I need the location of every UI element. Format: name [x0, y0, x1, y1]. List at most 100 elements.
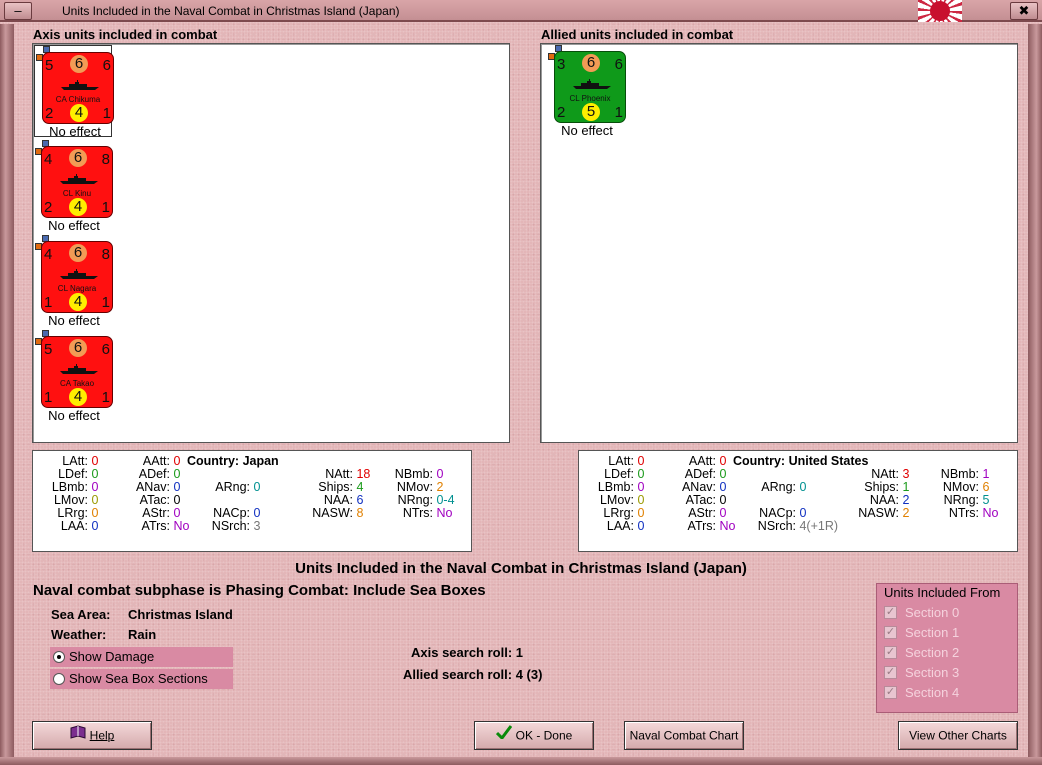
help-button[interactable]: Help: [32, 721, 152, 750]
section-label: Section 3: [905, 665, 960, 680]
counter-value: 6: [70, 55, 88, 73]
stat-nasw: NASW: 8: [312, 506, 364, 520]
show-damage-radio[interactable]: Show Damage: [50, 647, 233, 667]
counter-value: 4: [44, 246, 53, 263]
counter-value: 5: [44, 341, 53, 358]
japan-flag-icon: [918, 0, 962, 22]
sections-panel: Units Included From ✓ Section 0 ✓ Section …: [876, 583, 1018, 713]
stat-atrs: ATrs: No: [687, 519, 736, 533]
counter-value: 1: [614, 104, 623, 121]
unit-counter-slot[interactable]: 4 6 8 CL Kinu 2 4 1 No effect: [34, 140, 113, 233]
show-damage-label: Show Damage: [69, 649, 155, 664]
unit-name: CA Takao: [59, 379, 95, 388]
subphase-text: Naval combat subphase is Phasing Combat:…: [33, 582, 486, 599]
unit-effect: No effect: [49, 124, 101, 139]
axis-units-list[interactable]: 5 6 6 CA Chikuma 2 4 1 No effect 4 6 8 CL Kinu 2 4 1 No…: [32, 43, 510, 443]
minimize-button[interactable]: –: [4, 2, 32, 20]
help-book-icon: [70, 722, 86, 749]
axis-search-roll: Axis search roll: 1: [411, 645, 523, 660]
counter-value: 1: [44, 294, 53, 311]
checkmark-icon: [495, 722, 512, 749]
unit-name: CA Chikuma: [55, 95, 101, 104]
stat-atrs: ATrs: No: [141, 519, 190, 533]
unit-effect: No effect: [48, 408, 100, 423]
stat-ntrs: NTrs: No: [948, 506, 999, 520]
stat-country: Country: Japan: [187, 454, 279, 468]
radio-unselected-icon: [53, 673, 65, 685]
unit-counter[interactable]: 4 6 8 CL Nagara 1 4 1: [41, 241, 113, 313]
close-button[interactable]: ✖: [1010, 2, 1038, 20]
ship-silhouette-icon: [60, 174, 98, 184]
stat-arng: ARng: 0: [215, 480, 261, 494]
axis-units-heading: Axis units included in combat: [33, 27, 218, 42]
allied-search-roll: Allied search roll: 4 (3): [403, 667, 543, 682]
ship-silhouette-icon: [573, 79, 611, 89]
counter-value: 8: [101, 246, 110, 263]
naval-combat-chart-button[interactable]: Naval Combat Chart: [624, 721, 744, 750]
check-icon: ✓: [884, 626, 897, 639]
counter-value: 8: [101, 151, 110, 168]
counter-value: 5: [582, 103, 600, 121]
counter-value: 3: [557, 56, 566, 73]
counter-value: 1: [44, 389, 53, 406]
unit-counter-slot[interactable]: 5 6 6 CA Takao 1 4 1 No effect: [34, 330, 113, 423]
radio-selected-icon: [53, 651, 65, 663]
unit-counter[interactable]: 4 6 8 CL Kinu 2 4 1: [41, 146, 113, 218]
ship-silhouette-icon: [61, 80, 99, 90]
stat-nsrch: NSrch: 3: [211, 519, 261, 533]
axis-stats-panel: LAtt: 0 LDef: 0 LBmb: 0 LMov: 0 LRrg: 0 LAA: …: [32, 450, 472, 552]
counter-value: 4: [69, 198, 87, 216]
counter-value: 2: [557, 104, 566, 121]
view-other-charts-button[interactable]: View Other Charts: [898, 721, 1018, 750]
counter-value: 4: [44, 151, 53, 168]
unit-name: CL Phoenix: [569, 94, 611, 103]
section-label: Section 0: [905, 605, 960, 620]
unit-effect: No effect: [561, 123, 613, 138]
ship-silhouette-icon: [60, 364, 98, 374]
window-frame-right: [1028, 24, 1042, 765]
check-icon: ✓: [884, 666, 897, 679]
allied-units-heading: Allied units included in combat: [541, 27, 734, 42]
counter-value: 1: [101, 199, 110, 216]
section-label: Section 1: [905, 625, 960, 640]
counter-value: 6: [582, 54, 600, 72]
stat-laa: LAA: 0: [60, 519, 99, 533]
window-frame-left: [0, 24, 14, 765]
counter-value: 6: [102, 57, 111, 74]
stat-nsrch: NSrch: 4(+1R): [757, 519, 839, 533]
stat-country: Country: United States: [733, 454, 869, 468]
check-icon: ✓: [884, 686, 897, 699]
unit-counter[interactable]: 5 6 6 CA Takao 1 4 1: [41, 336, 113, 408]
unit-counter[interactable]: 3 6 6 CL Phoenix 2 5 1: [554, 51, 626, 123]
counter-value: 1: [102, 105, 111, 122]
counter-value: 1: [101, 389, 110, 406]
ok-done-button[interactable]: OK - Done: [474, 721, 594, 750]
counter-value: 6: [101, 341, 110, 358]
counter-value: 6: [69, 244, 87, 262]
counter-value: 1: [101, 294, 110, 311]
show-sections-radio[interactable]: Show Sea Box Sections: [50, 669, 233, 689]
stat-laa: LAA: 0: [606, 519, 645, 533]
stat-ntrs: NTrs: No: [402, 506, 453, 520]
counter-value: 4: [69, 388, 87, 406]
ok-done-label: OK - Done: [515, 728, 573, 743]
window-title: Units Included in the Naval Combat in Ch…: [62, 4, 400, 18]
unit-counter[interactable]: 5 6 6 CA Chikuma 2 4 1: [42, 52, 114, 124]
unit-counter-slot[interactable]: 3 6 6 CL Phoenix 2 5 1 No effect: [547, 45, 626, 138]
counter-value: 4: [69, 293, 87, 311]
check-icon: ✓: [884, 606, 897, 619]
sections-title: Units Included From: [884, 585, 1001, 600]
stat-arng: ARng: 0: [761, 480, 807, 494]
counter-value: 2: [45, 105, 54, 122]
counter-value: 6: [614, 56, 623, 73]
show-sections-label: Show Sea Box Sections: [69, 671, 208, 686]
unit-effect: No effect: [48, 218, 100, 233]
allied-units-list[interactable]: 3 6 6 CL Phoenix 2 5 1 No effect: [540, 43, 1018, 443]
unit-counter-slot[interactable]: 5 6 6 CA Chikuma 2 4 1 No effect: [34, 45, 114, 139]
window-frame-bottom: [0, 757, 1042, 765]
counter-value: 2: [44, 199, 53, 216]
unit-counter-slot[interactable]: 4 6 8 CL Nagara 1 4 1 No effect: [34, 235, 113, 328]
check-icon: ✓: [884, 646, 897, 659]
unit-effect: No effect: [48, 313, 100, 328]
unit-name: CL Nagara: [57, 284, 97, 293]
